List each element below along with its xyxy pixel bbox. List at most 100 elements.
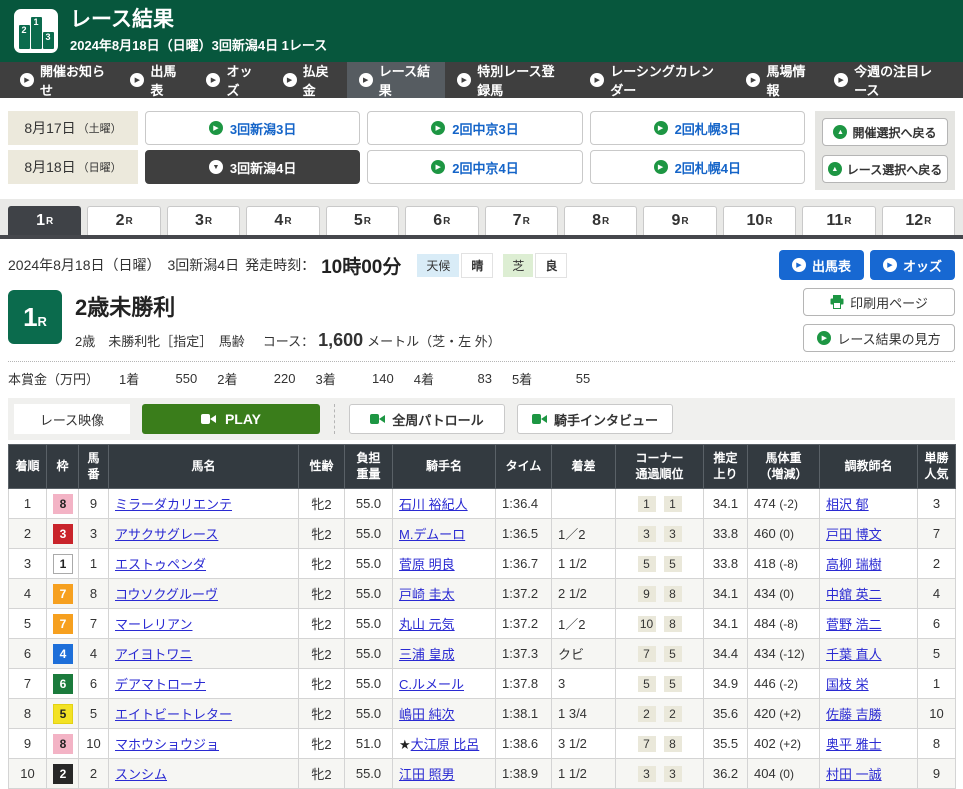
corner-position: 5	[638, 676, 656, 692]
page-header: 2 1 3 レース結果 2024年8月18日（日曜）3回新潟4日 1レース	[0, 0, 963, 62]
horse-link[interactable]: ミラーダカリエンテ	[115, 497, 232, 512]
prize-place: 3着	[315, 369, 335, 388]
load-weight: 55.0	[345, 519, 393, 549]
race-tab-11r[interactable]: 11R	[802, 206, 875, 235]
trainer-link[interactable]: 高柳 瑞樹	[826, 557, 882, 572]
body-weight-diff: (-8)	[779, 617, 798, 631]
nav-item-label: レーシングカレンダー	[610, 61, 722, 99]
race-tab-suffix: R	[681, 216, 688, 227]
body-weight: 474 (-2)	[748, 489, 820, 519]
horse-link[interactable]: エイトビートレター	[115, 707, 232, 722]
race-tab-2r[interactable]: 2R	[87, 206, 160, 235]
race-tab-number: 8	[592, 212, 601, 230]
results-guide-button[interactable]: ▶ レース結果の見方	[803, 324, 955, 352]
race-tab-1r[interactable]: 1R	[8, 206, 81, 235]
finish-position: 10	[9, 759, 47, 789]
back-to-meeting-button[interactable]: ▲開催選択へ戻る	[822, 118, 948, 146]
date-button-chukyo3[interactable]: ▶2回中京3日	[367, 111, 582, 145]
trainer-link[interactable]: 国枝 栄	[826, 677, 869, 692]
body-weight-value: 404	[754, 766, 779, 781]
trainer-link[interactable]: 千葉 直人	[826, 647, 882, 662]
weather-label: 天候	[417, 254, 459, 277]
nav-item[interactable]: ▶開催お知らせ	[8, 62, 118, 98]
horse-link[interactable]: アイヨトワニ	[115, 647, 192, 662]
jockey-link[interactable]: 石川 裕紀人	[399, 497, 468, 512]
nav-item[interactable]: ▶オッズ	[194, 62, 270, 98]
trainer-link[interactable]: 村田 一誠	[826, 767, 882, 782]
margin: 3	[552, 669, 616, 699]
entries-button[interactable]: ▶出馬表	[779, 250, 864, 280]
nav-item[interactable]: ▶出馬表	[118, 62, 194, 98]
back-to-race-select-button[interactable]: ▲レース選択へ戻る	[822, 155, 948, 183]
race-tab-8r[interactable]: 8R	[564, 206, 637, 235]
nav-item[interactable]: ▶レース結果	[347, 62, 446, 98]
waku-badge: 8	[53, 734, 73, 754]
race-tab-12r[interactable]: 12R	[882, 206, 955, 235]
trainer-link[interactable]: 相沢 郁	[826, 497, 869, 512]
date-button-sapporo4[interactable]: ▶2回札幌4日	[590, 150, 805, 184]
page-subtitle: 2024年8月18日（日曜）3回新潟4日 1レース	[70, 35, 327, 54]
date-button-chukyo4[interactable]: ▶2回中京4日	[367, 150, 582, 184]
horse-link[interactable]: エストゥペンダ	[115, 557, 206, 572]
horse-link[interactable]: デアマトローナ	[115, 677, 206, 692]
column-header: コーナー 通過順位	[616, 445, 704, 489]
race-tab-number: 1	[36, 212, 45, 230]
column-header: 性齢	[299, 445, 345, 489]
trainer-link[interactable]: 佐藤 吉勝	[826, 707, 882, 722]
win-favorite: 8	[918, 729, 956, 759]
jockey-link[interactable]: 江田 照男	[399, 767, 455, 782]
waku-badge: 2	[53, 764, 73, 784]
race-tab-6r[interactable]: 6R	[405, 206, 478, 235]
horse-link[interactable]: マーレリアン	[115, 617, 192, 632]
prize-place: 2着	[217, 369, 237, 388]
jockey-link[interactable]: 嶋田 純次	[399, 707, 455, 722]
nav-item[interactable]: ▶レーシングカレンダー	[578, 62, 734, 98]
nav-item[interactable]: ▶馬場情報	[734, 62, 822, 98]
race-tab-suffix: R	[205, 216, 212, 227]
jockey-link[interactable]: C.ルメール	[399, 677, 464, 692]
nav-item[interactable]: ▶特別レース登録馬	[445, 62, 578, 98]
jockey-link[interactable]: 丸山 元気	[399, 617, 455, 632]
trainer-link[interactable]: 中舘 英二	[826, 587, 882, 602]
date-button-sapporo3[interactable]: ▶2回札幌3日	[590, 111, 805, 145]
trainer-link[interactable]: 奥平 雅士	[826, 737, 882, 752]
horse-link[interactable]: アサクサグレース	[115, 527, 218, 542]
body-weight: 484 (-8)	[748, 609, 820, 639]
race-tab-5r[interactable]: 5R	[326, 206, 399, 235]
horse-link[interactable]: コウソクグルーヴ	[115, 587, 218, 602]
prize-place: 5着	[512, 369, 532, 388]
race-tab-4r[interactable]: 4R	[246, 206, 319, 235]
win-favorite: 7	[918, 519, 956, 549]
date-button-niigata3[interactable]: ▶3回新潟3日	[145, 111, 360, 145]
jockey-link[interactable]: 菅原 明良	[399, 557, 455, 572]
nav-item[interactable]: ▶今週の注目レース	[822, 62, 955, 98]
waku-badge: 1	[53, 554, 73, 574]
jockey-link[interactable]: 戸崎 圭太	[399, 587, 455, 602]
nav-item-label: 出馬表	[150, 61, 182, 99]
prize-place: 1着	[119, 369, 139, 388]
win-favorite: 3	[918, 489, 956, 519]
race-tab-3r[interactable]: 3R	[167, 206, 240, 235]
column-header: 着差	[552, 445, 616, 489]
nav-item[interactable]: ▶払戻金	[271, 62, 347, 98]
trainer-link[interactable]: 菅野 浩二	[826, 617, 882, 632]
interview-video-button[interactable]: 騎手インタビュー	[517, 404, 673, 434]
race-tab-7r[interactable]: 7R	[485, 206, 558, 235]
win-favorite: 6	[918, 609, 956, 639]
race-tab-9r[interactable]: 9R	[643, 206, 716, 235]
corner-position: 3	[664, 766, 682, 782]
bracket-cell: 8	[47, 489, 79, 519]
horse-link[interactable]: スンシム	[115, 767, 167, 782]
jockey-link[interactable]: 大江原 比呂	[411, 737, 480, 752]
play-button[interactable]: PLAY	[142, 404, 320, 434]
horse-link[interactable]: マホウショウジョ	[115, 737, 219, 752]
print-button[interactable]: 印刷用ページ	[803, 288, 955, 316]
date-button-niigata4-selected[interactable]: ▼3回新潟4日	[145, 150, 360, 184]
jockey-link[interactable]: 三浦 皇成	[399, 647, 455, 662]
patrol-video-button[interactable]: 全周パトロール	[349, 404, 505, 434]
race-tab-10r[interactable]: 10R	[723, 206, 796, 235]
horse-number: 5	[79, 699, 109, 729]
jockey-link[interactable]: M.デムーロ	[399, 527, 465, 542]
odds-button[interactable]: ▶オッズ	[870, 250, 955, 280]
trainer-link[interactable]: 戸田 博文	[826, 527, 882, 542]
